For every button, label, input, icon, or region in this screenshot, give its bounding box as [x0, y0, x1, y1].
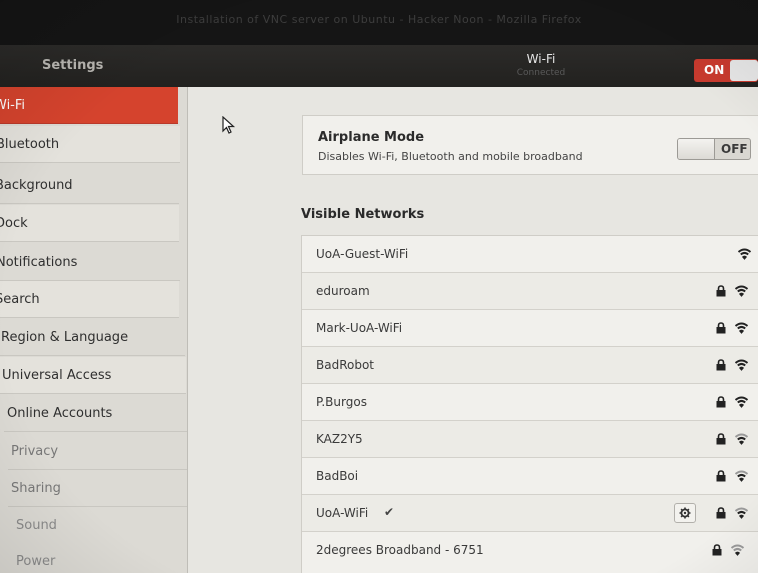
wifi-icon [735, 433, 748, 445]
sidebar-item-power[interactable]: Power [13, 543, 200, 573]
sidebar-item-online-accounts[interactable]: Online Accounts [4, 395, 191, 432]
screen: Installation of VNC server on Ubuntu - H… [0, 0, 758, 573]
airplane-toggle-label: OFF [721, 142, 748, 156]
network-row-kaz2y5[interactable]: KAZ2Y5 [302, 421, 758, 458]
visible-networks-heading: Visible Networks [301, 207, 425, 222]
network-name: UoA-Guest-WiFi [316, 247, 409, 261]
sidebar-item-bluetooth[interactable]: Bluetooth [0, 126, 180, 163]
sidebar-item-wifi[interactable]: Wi-Fi [0, 87, 178, 124]
lock-icon [716, 470, 726, 482]
wifi-icon [738, 248, 751, 260]
wifi-icon [735, 322, 748, 334]
header-bar: Settings Wi-Fi Connected [0, 45, 758, 87]
lock-icon [716, 396, 726, 408]
airplane-mode-toggle[interactable]: OFF [677, 138, 751, 160]
wifi-icon [735, 470, 748, 482]
sidebar-item-privacy[interactable]: Privacy [8, 433, 195, 470]
connected-check-icon: ✔ [384, 505, 395, 519]
toggle-knob [730, 60, 758, 81]
network-row-mark-uoa-wifi[interactable]: Mark-UoA-WiFi [302, 310, 758, 347]
network-row-p-burgos[interactable]: P.Burgos [302, 384, 758, 421]
wifi-icon [735, 396, 748, 408]
network-row-uoa-wifi[interactable]: UoA-WiFi ✔ [302, 495, 758, 532]
airplane-mode-description: Disables Wi-Fi, Bluetooth and mobile bro… [318, 150, 583, 163]
network-name: P.Burgos [316, 395, 367, 409]
wifi-icon [731, 544, 744, 556]
sidebar-item-notifications[interactable]: Notifications [0, 244, 180, 281]
lock-icon [716, 322, 726, 334]
network-name: KAZ2Y5 [316, 432, 363, 446]
network-row-2degrees-broadband[interactable]: 2degrees Broadband - 6751 [302, 532, 758, 569]
network-name: BadBoi [316, 469, 359, 483]
cursor-icon [222, 116, 236, 134]
network-name: eduroam [316, 284, 370, 298]
sidebar-item-sound[interactable]: Sound [13, 507, 200, 544]
lock-icon [716, 433, 726, 445]
sidebar-item-background[interactable]: Background [0, 167, 179, 204]
network-settings-button[interactable] [674, 503, 696, 523]
wifi-toggle-label: ON [704, 63, 725, 77]
lock-icon [716, 507, 726, 519]
wifi-icon [735, 507, 748, 519]
airplane-mode-title: Airplane Mode [318, 130, 425, 145]
lock-icon [712, 544, 722, 556]
wifi-toggle[interactable]: ON [694, 59, 758, 82]
network-name: BadRobot [316, 358, 375, 372]
sidebar-item-universal-access[interactable]: Universal Access [0, 357, 186, 394]
lock-icon [716, 359, 726, 371]
network-name: Mark-UoA-WiFi [316, 321, 403, 335]
network-name: UoA-WiFi [316, 506, 369, 520]
sidebar-item-dock[interactable]: Dock [0, 205, 179, 242]
gear-icon [679, 507, 691, 519]
wifi-panel-title: Wi-Fi [526, 52, 556, 66]
settings-title: Settings [42, 58, 104, 73]
sidebar: Wi-Fi Bluetooth Background Dock Notifica… [0, 87, 200, 573]
wifi-icon [735, 285, 748, 297]
sidebar-item-sharing[interactable]: Sharing [8, 470, 195, 507]
network-row-badboi[interactable]: BadBoi [302, 458, 758, 495]
sidebar-item-search[interactable]: Search [0, 281, 179, 318]
network-name: 2degrees Broadband - 6751 [316, 543, 484, 557]
window-title: Installation of VNC server on Ubuntu - H… [0, 0, 758, 45]
sidebar-item-region-language[interactable]: Region & Language [0, 319, 185, 356]
wifi-icon [735, 359, 748, 371]
toggle-knob [678, 139, 715, 159]
wifi-status-subtitle: Connected [516, 68, 566, 78]
network-row-eduroam[interactable]: eduroam [302, 273, 758, 310]
network-list: UoA-Guest-WiFi eduroam Mark-UoA-WiFi Bad… [301, 235, 758, 573]
network-row-uoa-guest-wifi[interactable]: UoA-Guest-WiFi [302, 236, 758, 273]
network-row-badrobot[interactable]: BadRobot [302, 347, 758, 384]
lock-icon [716, 285, 726, 297]
